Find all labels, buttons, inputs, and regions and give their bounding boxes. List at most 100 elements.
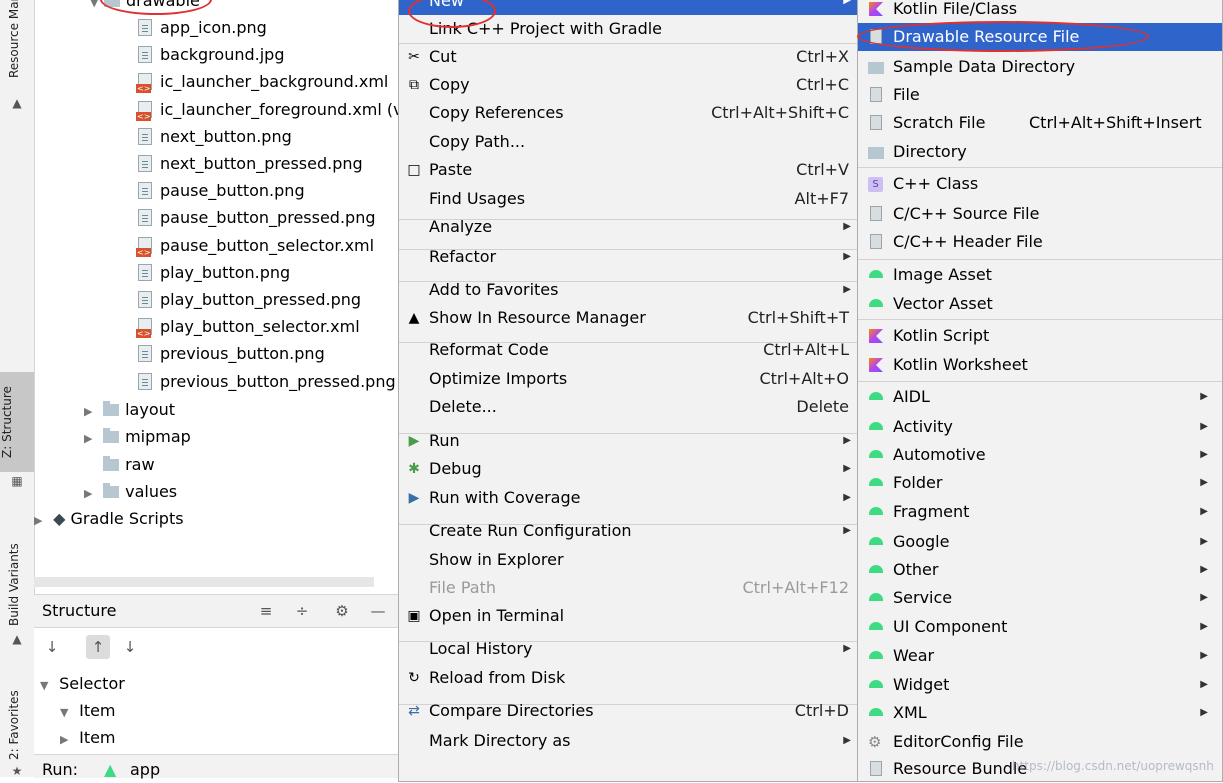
submenu-item-vector-asset[interactable]: Vector Asset <box>858 290 1222 318</box>
submenu-item-xml[interactable]: XML ▶ <box>858 699 1222 727</box>
scroll-from-source-icon[interactable]: ↑ <box>86 635 110 659</box>
submenu-item-kotlin-worksheet[interactable]: Kotlin Worksheet <box>858 351 1222 379</box>
tree-file-item[interactable]: ic_launcher_background.xml <box>136 68 388 95</box>
submenu-item-c-c-source-file[interactable]: C/C++ Source File <box>858 200 1222 228</box>
run-config-tab[interactable]: app <box>130 760 160 779</box>
menu-item-local-history[interactable]: Local History ▶ <box>399 635 857 663</box>
submenu-item-automotive[interactable]: Automotive ▶ <box>858 441 1222 469</box>
menu-item-analyze[interactable]: Analyze ▶ <box>399 213 857 241</box>
tab-resource-manager[interactable]: Resource Manager <box>7 0 21 78</box>
submenu-item-other[interactable]: Other ▶ <box>858 556 1222 584</box>
submenu-item-kotlin-script[interactable]: Kotlin Script <box>858 322 1222 350</box>
structure-item-selector[interactable]: ▼ Selector <box>40 670 125 697</box>
tree-file-item[interactable]: previous_button_pressed.png <box>138 368 396 395</box>
menu-item-delete[interactable]: Delete... Delete <box>399 393 857 421</box>
menu-item-open-in-terminal[interactable]: ▣ Open in Terminal <box>399 602 857 630</box>
menu-item-create-run-configuration[interactable]: Create Run Configuration ▶ <box>399 517 857 545</box>
menu-item-refactor[interactable]: Refactor ▶ <box>399 243 857 271</box>
submenu-item-folder[interactable]: Folder ▶ <box>858 469 1222 497</box>
submenu-item-scratch-file[interactable]: Scratch File Ctrl+Alt+Shift+Insert <box>858 109 1222 137</box>
submenu-item-google[interactable]: Google ▶ <box>858 528 1222 556</box>
menu-item-find-usages[interactable]: Find Usages Alt+F7 <box>399 185 857 213</box>
submenu-item-aidl[interactable]: AIDL ▶ <box>858 383 1222 411</box>
submenu-item-directory[interactable]: Directory <box>858 138 1222 166</box>
tab-build-variants[interactable]: Build Variants <box>7 530 21 626</box>
tree-folder-values[interactable]: ▶ values <box>84 478 177 505</box>
tree-folder-mipmap[interactable]: ▶ mipmap <box>84 423 191 450</box>
submenu-item-sample-data-directory[interactable]: Sample Data Directory <box>858 53 1222 81</box>
horizontal-scrollbar[interactable] <box>34 577 374 587</box>
folder-icon <box>103 401 120 416</box>
menu-item-label: Mark Directory as <box>429 731 571 750</box>
menu-item-add-to-favorites[interactable]: Add to Favorites ▶ <box>399 276 857 304</box>
menu-item-debug[interactable]: ✱ Debug ▶ <box>399 455 857 483</box>
menu-item-run[interactable]: ▶ Run ▶ <box>399 427 857 455</box>
tab-structure[interactable]: Z: Structure <box>0 372 34 472</box>
menu-item-cut[interactable]: ✂ Cut Ctrl+X <box>399 43 857 71</box>
tree-file-item[interactable]: play_button.png <box>138 259 290 286</box>
menu-item-reformat-code[interactable]: Reformat Code Ctrl+Alt+L <box>399 336 857 364</box>
submenu-item-fragment[interactable]: Fragment ▶ <box>858 498 1222 526</box>
submenu-arrow-icon: ▶ <box>843 643 851 654</box>
submenu-item-editorconfig-file[interactable]: ⚙ EditorConfig File <box>858 728 1222 756</box>
menu-item-mark-directory-as[interactable]: Mark Directory as ▶ <box>399 727 857 755</box>
tree-item-label: previous_button_pressed.png <box>160 371 396 391</box>
tree-file-item[interactable]: play_button_selector.xml <box>136 313 360 340</box>
submenu-item-c-class[interactable]: S C++ Class <box>858 170 1222 198</box>
minimize-icon[interactable]: — <box>366 599 390 623</box>
tab-favorites[interactable]: 2: Favorites <box>7 680 21 760</box>
gear-icon[interactable]: ⚙ <box>330 599 354 623</box>
paste-icon: □ <box>407 162 421 178</box>
menu-item-optimize-imports[interactable]: Optimize Imports Ctrl+Alt+O <box>399 365 857 393</box>
tree-folder-raw[interactable]: raw <box>84 451 155 478</box>
tree-item-label: pause_button_pressed.png <box>160 208 376 228</box>
submenu-item-service[interactable]: Service ▶ <box>858 584 1222 612</box>
menu-item-copy-references[interactable]: Copy References Ctrl+Alt+Shift+C <box>399 99 857 127</box>
expand-all-icon[interactable]: ≡ <box>254 599 278 623</box>
structure-item[interactable]: ▶ Item <box>60 724 116 751</box>
tree-file-item[interactable]: next_button.png <box>138 123 292 150</box>
tree-file-item[interactable]: next_button_pressed.png <box>138 150 363 177</box>
tree-folder-layout[interactable]: ▶ layout <box>84 396 175 423</box>
coverage-icon: ▶ <box>408 490 420 506</box>
menu-item-label: Show In Resource Manager <box>429 308 646 327</box>
menu-item-run-with-coverage[interactable]: ▶ Run with Coverage ▶ <box>399 484 857 512</box>
submenu-arrow-icon: ▶ <box>843 463 851 474</box>
tree-file-item[interactable]: previous_button.png <box>138 340 325 367</box>
submenu-item-image-asset[interactable]: Image Asset <box>858 261 1222 289</box>
submenu-item-widget[interactable]: Widget ▶ <box>858 671 1222 699</box>
menu-item-paste[interactable]: □ Paste Ctrl+V <box>399 156 857 184</box>
menu-item-label: Other <box>893 560 939 579</box>
structure-item[interactable]: ▼ Item <box>60 697 116 724</box>
tree-file-item[interactable]: pause_button_pressed.png <box>138 204 376 231</box>
menu-item-show-in-explorer[interactable]: Show in Explorer <box>399 546 857 574</box>
submenu-item-activity[interactable]: Activity ▶ <box>858 413 1222 441</box>
submenu-item-ui-component[interactable]: UI Component ▶ <box>858 613 1222 641</box>
tree-file-item[interactable]: play_button_pressed.png <box>138 286 361 313</box>
tree-file-item[interactable]: background.jpg <box>138 41 284 68</box>
menu-item-file-path[interactable]: File Path Ctrl+Alt+F12 <box>399 574 857 602</box>
menu-separator <box>858 319 1222 320</box>
menu-item-new[interactable]: New ▶ <box>399 0 857 15</box>
tree-file-item[interactable]: pause_button.png <box>138 177 305 204</box>
submenu-item-kotlin-file-class[interactable]: Kotlin File/Class <box>858 0 1222 23</box>
tree-file-item[interactable]: app_icon.png <box>138 14 267 41</box>
scroll-to-source-icon[interactable]: ↓ <box>118 635 142 659</box>
android-icon <box>867 441 885 469</box>
tree-folder-drawable[interactable]: ▼ drawable <box>90 0 200 14</box>
submenu-item-file[interactable]: File <box>858 81 1222 109</box>
tree-file-item[interactable]: pause_button_selector.xml <box>136 232 374 259</box>
collapse-all-icon[interactable]: ÷ <box>290 599 314 623</box>
menu-item-copy[interactable]: ⧉ Copy Ctrl+C <box>399 71 857 99</box>
submenu-item-wear[interactable]: Wear ▶ <box>858 642 1222 670</box>
menu-item-compare-directories[interactable]: ⇄ Compare Directories Ctrl+D <box>399 697 857 725</box>
tree-gradle-scripts[interactable]: ▶ ◆ Gradle Scripts <box>34 505 184 532</box>
sort-alpha-icon[interactable]: ↓ <box>40 635 64 659</box>
menu-item-link-c-project-with-gradle[interactable]: Link C++ Project with Gradle <box>399 15 857 43</box>
submenu-item-drawable-resource-file[interactable]: Drawable Resource File <box>858 23 1222 51</box>
menu-item-copy-path[interactable]: Copy Path... <box>399 128 857 156</box>
submenu-item-c-c-header-file[interactable]: C/C++ Header File <box>858 228 1222 256</box>
menu-item-reload-from-disk[interactable]: ↻ Reload from Disk <box>399 664 857 692</box>
tree-file-item[interactable]: ic_launcher_foreground.xml (v <box>136 96 398 123</box>
menu-item-show-in-resource-manager[interactable]: ▲ Show In Resource Manager Ctrl+Shift+T <box>399 304 857 332</box>
